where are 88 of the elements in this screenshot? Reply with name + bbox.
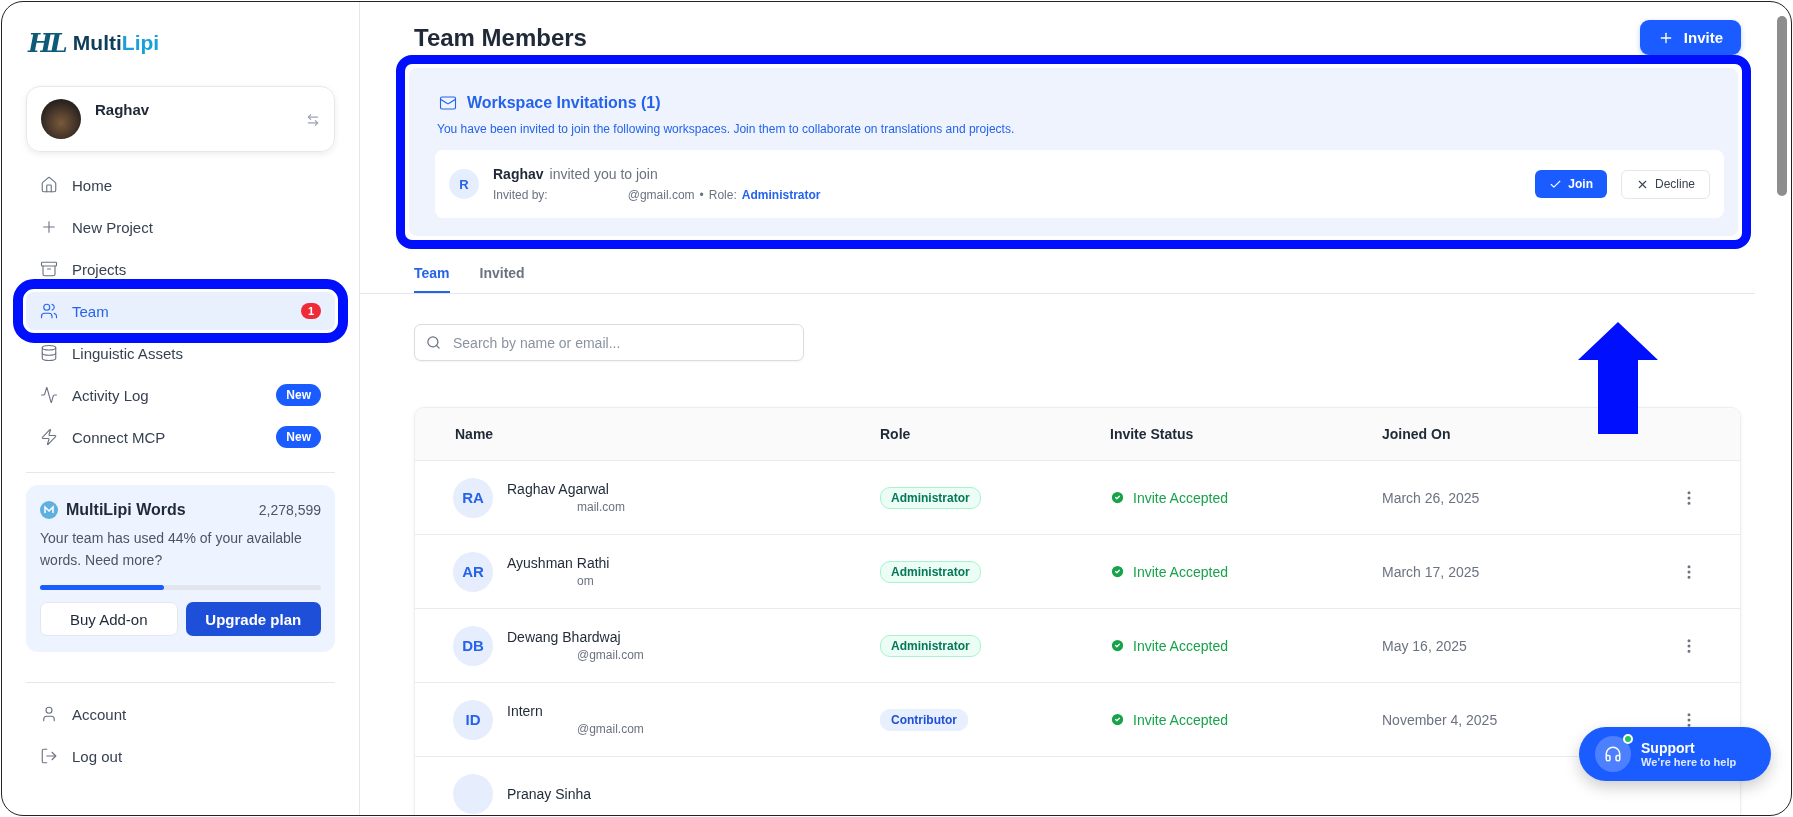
invited-by-label: Invited by: [493, 188, 548, 202]
buy-button[interactable]: Buy Add-on [40, 602, 178, 636]
separator-dot: • [699, 188, 704, 202]
team-icon [40, 302, 58, 320]
column-header: Joined On [1382, 426, 1452, 442]
check-circle-icon [1110, 564, 1125, 579]
invite-status: Invite Accepted [1110, 563, 1382, 580]
inviter-name: Raghav [493, 166, 544, 182]
profile-name: Raghav [95, 101, 151, 118]
tab[interactable]: Invited [479, 255, 525, 293]
invite-text: invited you to join [549, 166, 658, 182]
bolt-icon [40, 428, 58, 446]
check-circle-icon [1110, 712, 1125, 727]
logout-icon [40, 747, 58, 765]
invite-status: Invite Accepted [1110, 489, 1382, 506]
page-title: Team Members [414, 23, 587, 52]
brand-name: MultiLipi [72, 31, 160, 55]
member-name: Dewang Bhardwaj [507, 629, 622, 645]
tab[interactable]: Team [414, 255, 450, 293]
search-field[interactable]: Search by name or email... [414, 324, 804, 361]
role-tag: Administrator [880, 634, 981, 657]
column-header: Name [455, 426, 495, 442]
initials-avatar: RA [453, 477, 493, 518]
activity-icon [40, 386, 58, 404]
member-email: mail.com [576, 500, 625, 514]
nav-item[interactable]: Log out [26, 737, 335, 775]
invite-status: Invite Accepted [1110, 711, 1382, 728]
switch-icon[interactable] [306, 113, 320, 127]
words-count: 2,278,599 [258, 502, 321, 518]
headphones-icon [1604, 745, 1622, 763]
role-tag: Administrator [880, 560, 981, 583]
column-header: Invite Status [1110, 426, 1195, 442]
role-label: Role: [708, 188, 737, 202]
nav-item[interactable]: Account [26, 695, 335, 733]
joined-date: May 16, 2025 [1382, 637, 1468, 654]
column-header: Role [880, 426, 912, 442]
archive-icon [40, 260, 58, 278]
joined-date: November 4, 2025 [1382, 711, 1499, 728]
home-icon [40, 176, 58, 194]
invite-button[interactable]: Invite [1639, 20, 1741, 55]
invite-status: Invite Accepted [1110, 637, 1382, 654]
notification-count: 1 [300, 303, 321, 319]
initial-avatar: R [449, 169, 479, 199]
member-name: Pranay Sinha [507, 785, 592, 802]
words-title: MultiLipi Words [66, 501, 187, 519]
nav-item[interactable]: Home [26, 166, 335, 204]
nav-item[interactable]: Activity Log New [26, 376, 335, 414]
invitations-description: You have been invited to join the following workspaces. Join them to collaborate on translations and projects. [436, 122, 1016, 136]
initials-avatar: ID [453, 699, 493, 740]
decline-button[interactable]: Decline [1620, 169, 1710, 199]
logo-mark: HL [28, 28, 65, 58]
member-email: @gmail.com [576, 648, 644, 662]
role-tag: Contributor [880, 708, 968, 731]
member-name: Raghav Agarwal [507, 481, 610, 497]
initials-avatar: DB [453, 625, 493, 666]
joined-date: March 26, 2025 [1382, 489, 1481, 506]
plus-icon [40, 218, 58, 236]
member-email: om [576, 574, 595, 588]
inviter-email: @gmail.com [627, 188, 695, 202]
invitations-title: Workspace Invitations (1) [467, 94, 661, 112]
nav-item[interactable]: Projects [26, 250, 335, 288]
m-logo-icon [40, 501, 58, 519]
role-tag: Administrator [880, 486, 981, 509]
user-icon [40, 705, 58, 723]
search-icon [426, 335, 441, 350]
nav-item[interactable]: Connect MCP New [26, 418, 335, 456]
initials-avatar [453, 773, 493, 814]
upgrade-button[interactable]: Upgrade plan [185, 602, 321, 636]
nav-item[interactable]: New Project [26, 208, 335, 246]
avatar [41, 99, 81, 139]
member-name: Ayushman Rathi [507, 555, 610, 571]
member-name: Intern [507, 703, 544, 719]
initials-avatar: AR [453, 551, 493, 592]
role-value: Administrator [741, 188, 821, 202]
join-button[interactable]: Join [1535, 170, 1607, 198]
usage-text: Your team has used 44% of your available words. Need more? [40, 529, 303, 570]
mail-icon [439, 94, 457, 112]
database-icon [40, 344, 58, 362]
nav-item[interactable]: Linguistic Assets [26, 334, 335, 372]
new-badge: New [276, 426, 321, 448]
joined-date: March 17, 2025 [1382, 563, 1481, 580]
support-button[interactable]: Support We’re here to help [1579, 727, 1771, 781]
check-circle-icon [1110, 490, 1125, 505]
member-email: @gmail.com [576, 722, 644, 736]
check-circle-icon [1110, 638, 1125, 653]
new-badge: New [276, 384, 321, 406]
profile-card[interactable]: Raghav [26, 86, 335, 152]
scrollbar[interactable] [1777, 16, 1787, 196]
